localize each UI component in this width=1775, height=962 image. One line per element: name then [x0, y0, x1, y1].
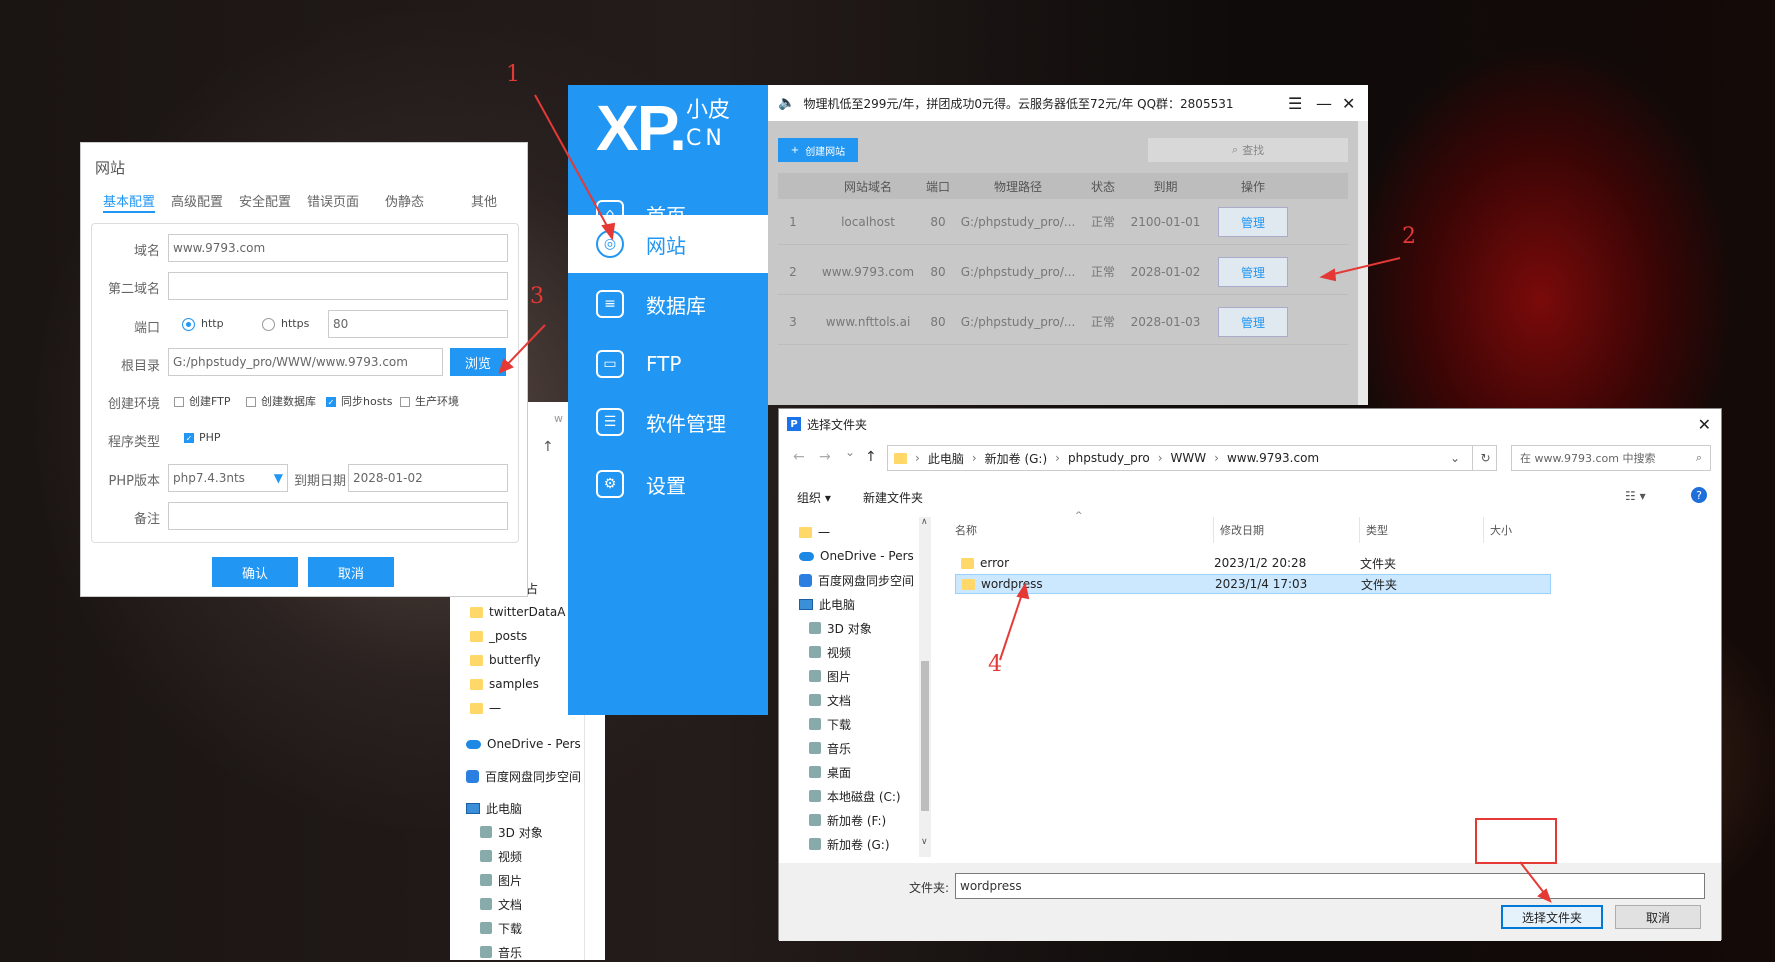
annotation-layer	[498, 94, 1557, 903]
annotation-label-2: 2	[1402, 224, 1416, 249]
annotation-label-1: 1	[506, 62, 520, 87]
annotation-label-3: 3	[530, 284, 544, 309]
annotation-arrowhead-5	[1537, 888, 1552, 903]
annotation-label-4: 4	[988, 652, 1002, 677]
annotation-arrow-2	[1324, 257, 1401, 277]
annotation-arrowhead-4	[1016, 582, 1030, 600]
annotation-highlight-box	[1475, 818, 1557, 864]
annotation-arrow-1	[534, 94, 613, 236]
annotation-arrow-4	[999, 587, 1025, 661]
annotation-arrowhead-2	[1319, 268, 1337, 282]
annotation-arrowhead-1	[601, 222, 616, 241]
